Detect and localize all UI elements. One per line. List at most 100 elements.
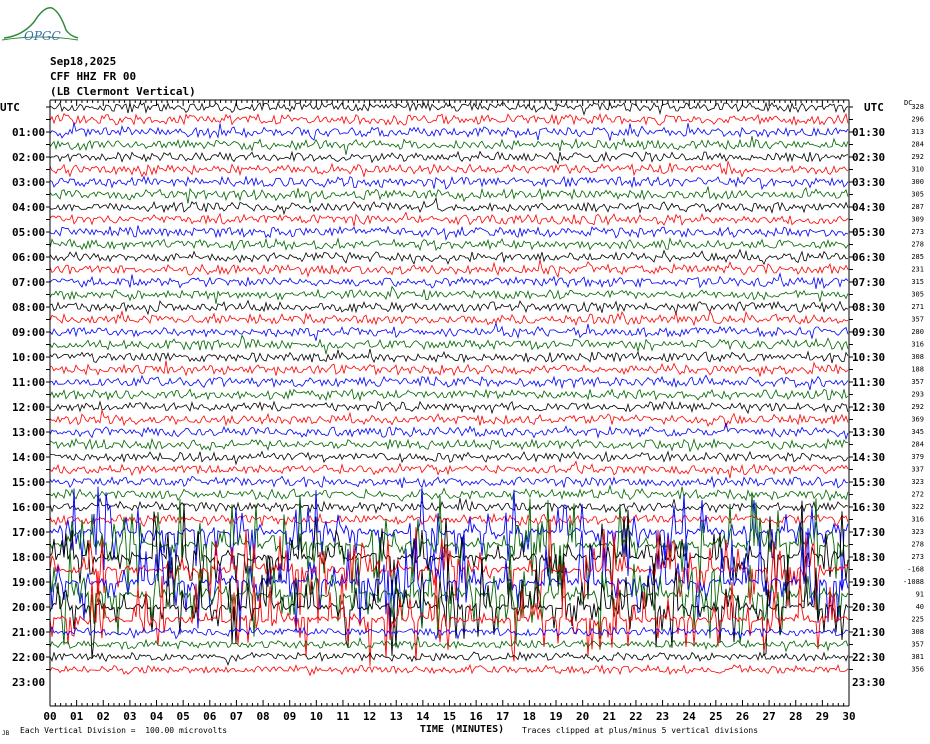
x-tick-label: 27 [762, 710, 775, 723]
dc-offset-label: 308 [911, 353, 924, 361]
x-tick-label: 20 [576, 710, 589, 723]
dc-offset-label: 91 [916, 591, 924, 599]
x-tick-label: 08 [256, 710, 269, 723]
hour-label-right: 03:30 [852, 176, 885, 189]
dc-offset-label: 337 [911, 466, 924, 474]
dc-offset-label: 323 [911, 478, 924, 486]
hour-label-left: 17:00 [12, 526, 45, 539]
hour-label-left: 01:00 [12, 126, 45, 139]
x-tick-label: 09 [283, 710, 296, 723]
x-axis-label: TIME (MINUTES) [420, 724, 504, 735]
dc-offset-label: -168 [907, 566, 924, 574]
dc-offset-label: 369 [911, 416, 924, 424]
dc-offset-label: 379 [911, 453, 924, 461]
seismic-trace [49, 484, 849, 502]
hour-label-right: 12:30 [852, 401, 885, 414]
x-tick-label: 12 [363, 710, 376, 723]
dc-offset-label: 328 [911, 103, 924, 111]
seismic-trace [49, 136, 849, 155]
seismic-trace [49, 259, 849, 279]
x-tick-label: 15 [443, 710, 456, 723]
dc-offset-label: 292 [911, 153, 924, 161]
hour-label-left: 19:00 [12, 576, 45, 589]
hour-label-right: 09:30 [852, 326, 885, 339]
dc-offset-label: 271 [911, 303, 924, 311]
dc-offset-label: 292 [911, 403, 924, 411]
dc-offset-label: 284 [911, 141, 924, 149]
dc-offset-label: 231 [911, 266, 924, 274]
seismic-trace [49, 186, 849, 204]
hour-label-right: 02:30 [852, 151, 885, 164]
x-tick-label: 21 [603, 710, 617, 723]
dc-offset-label: 305 [911, 291, 924, 299]
hour-label-right: 23:30 [852, 676, 885, 689]
seismic-trace [49, 334, 849, 355]
hour-label-left: 23:00 [12, 676, 45, 689]
dc-offset-label: 345 [911, 428, 924, 436]
x-tick-label: 28 [789, 710, 802, 723]
x-tick-label: 06 [203, 710, 217, 723]
hour-label-left: 09:00 [12, 326, 45, 339]
x-tick-label: 01 [70, 710, 84, 723]
hour-label-left: 13:00 [12, 426, 45, 439]
dc-offset-label: 381 [911, 653, 924, 661]
dc-offset-label: 278 [911, 241, 924, 249]
seismic-trace [49, 225, 849, 241]
seismic-trace [49, 497, 849, 514]
hour-label-right: 14:30 [852, 451, 885, 464]
dc-offset-label: 310 [911, 166, 924, 174]
seismic-trace [49, 196, 849, 216]
hour-label-left: 16:00 [12, 501, 45, 514]
helicorder-chart: 3282963132842923103003052873092732782852… [0, 99, 924, 735]
seismic-trace [49, 160, 849, 178]
hour-label-left: 11:00 [12, 376, 45, 389]
seismic-trace [49, 409, 849, 429]
hour-label-right: 05:30 [852, 226, 885, 239]
x-tick-label: 18 [523, 710, 536, 723]
x-tick-label: 16 [470, 710, 484, 723]
hour-label-left: 12:00 [12, 401, 45, 414]
dc-offset-label: 300 [911, 178, 924, 186]
footer-corner: JB [2, 730, 10, 737]
dc-offset-label: 305 [911, 191, 924, 199]
hour-label-right: 16:30 [852, 501, 885, 514]
x-tick-label: 02 [97, 710, 110, 723]
right-unit-label: UTC [864, 101, 884, 114]
dc-offset-label: 278 [911, 541, 924, 549]
seismic-trace [49, 450, 849, 466]
footer-division: Each Vertical Division = 100.00 microvol… [20, 726, 228, 735]
gain-label: DC [904, 99, 912, 107]
dc-offset-label: 284 [911, 441, 924, 449]
x-tick-label: 26 [736, 710, 750, 723]
x-tick-label: 04 [150, 710, 164, 723]
seismic-trace [49, 122, 849, 141]
hour-label-right: 08:30 [852, 301, 885, 314]
hour-label-right: 21:30 [852, 626, 885, 639]
seismic-trace [49, 460, 849, 479]
hour-label-right: 01:30 [852, 126, 885, 139]
x-tick-label: 07 [230, 710, 243, 723]
hour-label-right: 19:30 [852, 576, 885, 589]
dc-offset-label: 316 [911, 516, 924, 524]
hour-label-right: 20:30 [852, 601, 885, 614]
x-tick-label: 03 [123, 710, 136, 723]
hour-label-left: 15:00 [12, 476, 45, 489]
seismic-trace [49, 374, 849, 391]
seismic-trace [49, 175, 849, 191]
dc-offset-label: 309 [911, 216, 924, 224]
seismic-trace [49, 388, 849, 402]
hour-label-left: 20:00 [12, 601, 45, 614]
seismic-trace [49, 321, 849, 341]
seismic-trace [49, 236, 849, 252]
dc-offset-label: 322 [911, 503, 924, 511]
dc-offset-label: 273 [911, 228, 924, 236]
x-tick-label: 25 [709, 710, 722, 723]
footer-clip: Traces clipped at plus/minus 5 vertical … [522, 726, 759, 735]
dc-offset-label: 313 [911, 128, 924, 136]
left-unit-label: UTC [0, 101, 20, 114]
hour-label-right: 17:30 [852, 526, 885, 539]
hour-label-left: 18:00 [12, 551, 45, 564]
dc-offset-label: -1088 [903, 578, 924, 586]
hour-label-left: 02:00 [12, 151, 45, 164]
seismic-trace [49, 400, 849, 415]
